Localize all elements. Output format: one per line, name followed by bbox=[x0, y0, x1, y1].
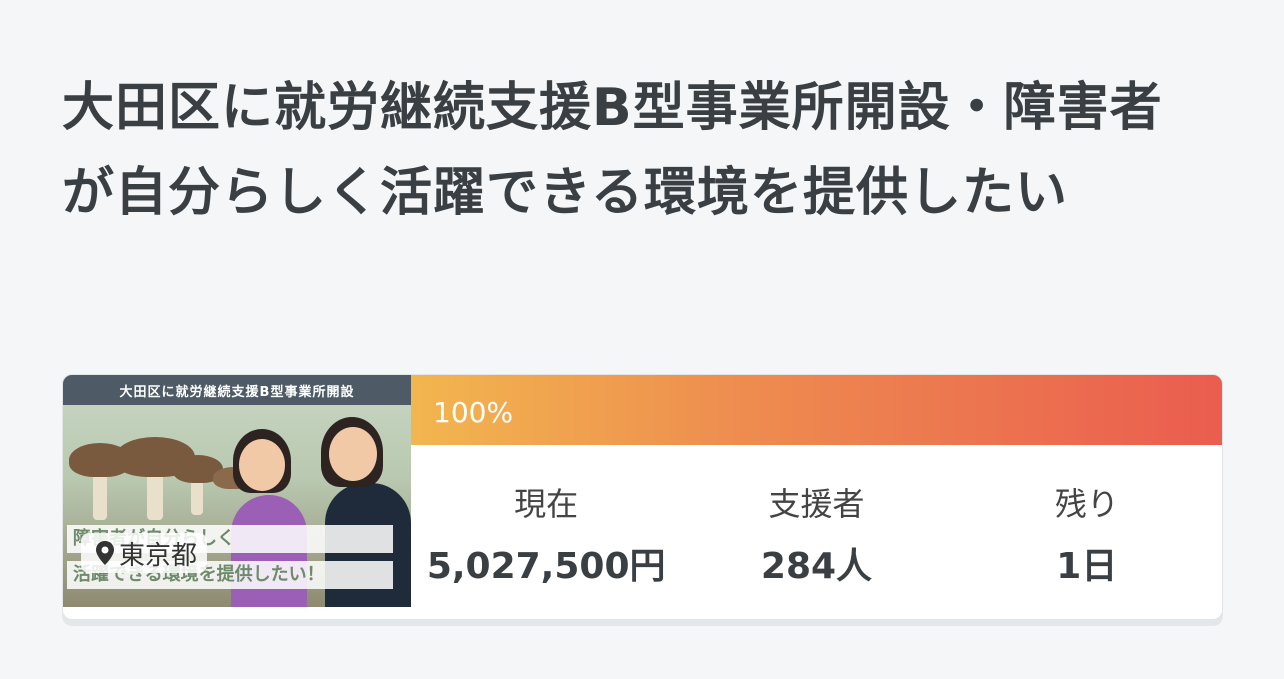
location-badge: 東京都 bbox=[81, 533, 208, 573]
stat-value: 5,027,500円 bbox=[426, 546, 666, 587]
stat-label: 残り bbox=[1054, 485, 1119, 523]
stat-supporters: 支援者 284人 bbox=[681, 445, 951, 607]
person-face bbox=[329, 427, 377, 481]
funding-progress-bar: 100% bbox=[411, 375, 1222, 445]
project-card[interactable]: 大田区に就労継続支援B型事業所開設 障害者が自分らしく 活躍できる環境を提供した… bbox=[62, 374, 1223, 620]
stat-value: 1日 bbox=[1056, 546, 1118, 587]
project-stats: 現在 5,027,500円 支援者 284人 残り 1日 bbox=[411, 445, 1222, 607]
project-title[interactable]: 大田区に就労継続支援B型事業所開設・障害者が自分らしく活躍できる環境を提供したい bbox=[62, 66, 1212, 236]
map-pin-icon bbox=[96, 541, 114, 565]
stat-label: 支援者 bbox=[768, 485, 865, 523]
progress-percent: 100% bbox=[433, 396, 514, 429]
mushroom-stem bbox=[93, 470, 107, 520]
person-face bbox=[239, 439, 285, 491]
stat-current-amount: 現在 5,027,500円 bbox=[411, 445, 681, 607]
stat-label: 現在 bbox=[514, 485, 579, 523]
stat-remaining-days: 残り 1日 bbox=[952, 445, 1222, 607]
project-thumbnail[interactable]: 大田区に就労継続支援B型事業所開設 障害者が自分らしく 活躍できる環境を提供した… bbox=[63, 375, 411, 607]
location-label: 東京都 bbox=[119, 540, 198, 571]
thumbnail-banner: 大田区に就労継続支援B型事業所開設 bbox=[63, 375, 411, 405]
stat-value: 284人 bbox=[760, 546, 873, 587]
